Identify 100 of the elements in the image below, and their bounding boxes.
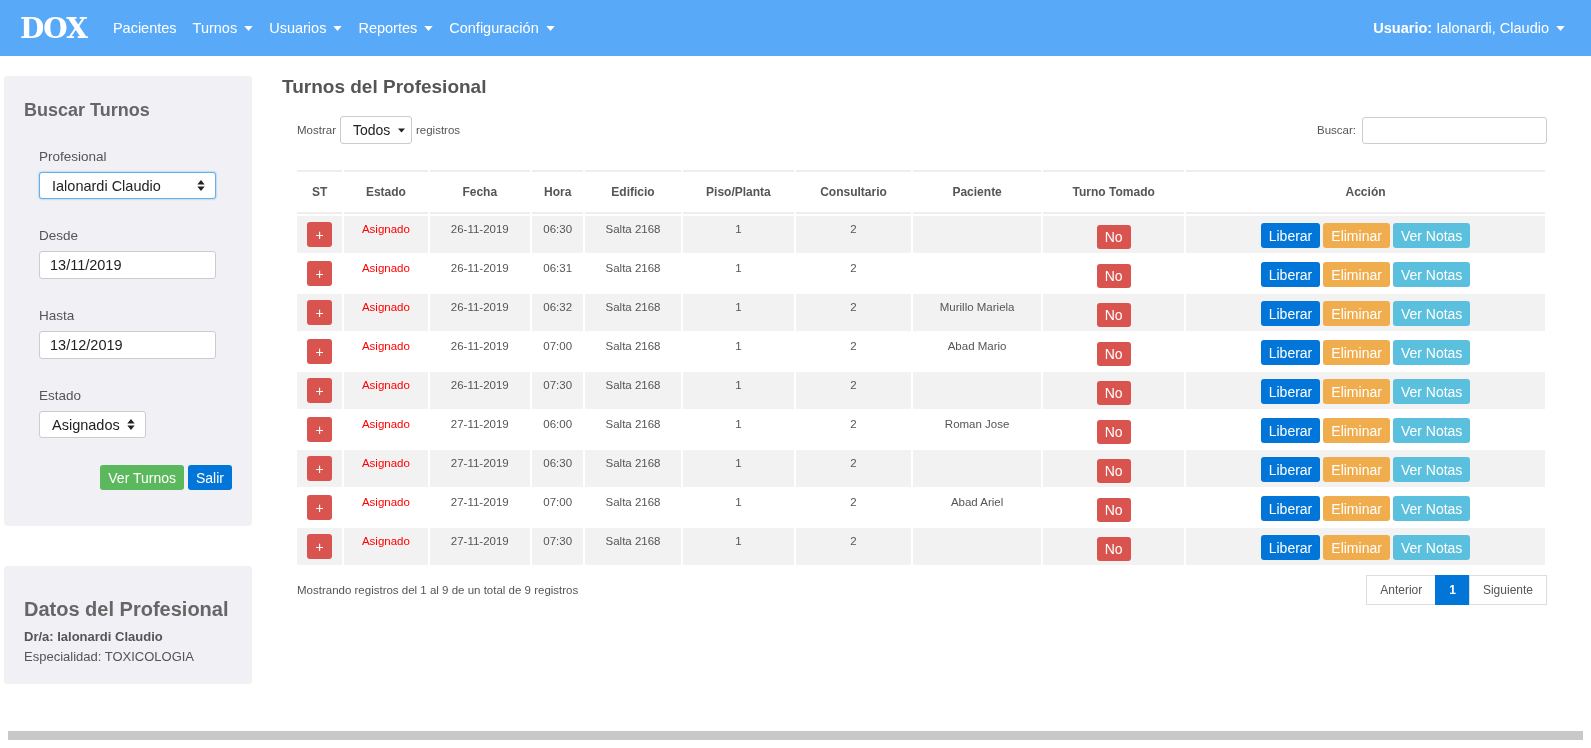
expand-button[interactable]: + [307,222,333,247]
row-action-button[interactable]: Ver Notas [1392,262,1471,287]
table-cell-text: 1 [734,339,743,354]
row-action-button[interactable]: Liberar [1260,535,1321,560]
row-action-button[interactable]: Liberar [1260,496,1321,521]
table-cell: Asignado [344,450,428,487]
column-header[interactable]: Estado [344,170,428,214]
row-action-button[interactable]: Liberar [1260,379,1321,404]
row-action-button[interactable]: Ver Notas [1392,340,1471,365]
user-menu[interactable]: Usuario: Ialonardi, Claudio [1373,20,1565,36]
length-select[interactable]: Todos [340,116,412,144]
search-label: Buscar: [1317,124,1356,136]
table-cell-text: 26-11-2019 [449,261,510,276]
row-action-button[interactable]: Liberar [1260,223,1321,248]
column-header[interactable]: Paciente [912,170,1042,214]
table-cell-text: 1 [734,417,743,432]
nav-menu-item[interactable]: Configuración [449,20,555,36]
column-header[interactable]: Edificio [585,170,681,214]
row-action-button[interactable]: Liberar [1260,262,1321,287]
date-field[interactable]: 13/12/2019 [39,331,216,359]
nav-menu-item[interactable]: Usuarios [269,20,343,36]
table-cell-text: 2 [849,417,858,432]
table-cell-text: 07:00 [542,495,574,510]
table-cell-text: Asignado [360,261,411,276]
row-action-button[interactable]: Ver Notas [1392,535,1471,560]
column-header[interactable]: Turno Tomado [1043,170,1185,214]
table-cell: 1 [682,450,795,487]
column-header[interactable]: Consultario [796,170,911,214]
caret-icon [333,25,343,31]
table-cell: 27-11-2019 [429,450,530,487]
row-action-button[interactable]: Ver Notas [1392,418,1471,443]
status-badge: No [1096,537,1131,561]
expand-button[interactable]: + [307,456,333,481]
table-cell: 07:30 [531,528,584,565]
action-button[interactable]: Ver Turnos [100,465,184,490]
expand-button[interactable]: + [307,495,333,520]
action-button[interactable]: Salir [188,465,232,490]
table-cell: Murillo Mariela [912,294,1042,331]
select-field[interactable]: Ialonardi Claudio [39,172,216,199]
nav-menu-item[interactable]: Pacientes [112,20,177,36]
expand-button[interactable]: + [307,417,333,442]
column-header[interactable]: Piso/Planta [682,170,795,214]
table-cell: 06:32 [531,294,584,331]
column-header[interactable]: ST [297,170,343,214]
date-field[interactable]: 13/11/2019 [39,251,216,279]
logo[interactable]: DOX [20,11,87,45]
field-label: Estado [39,388,83,403]
expand-button[interactable]: + [307,378,333,403]
row-action-button[interactable]: Ver Notas [1392,379,1471,404]
table-cell: 06:30 [531,216,584,253]
column-header[interactable]: Fecha [429,170,530,214]
nav-menu-item[interactable]: Turnos [192,20,254,36]
table-cell-text: Asignado [360,495,411,510]
row-action-button[interactable]: Liberar [1260,340,1321,365]
table-cell-text: Salta 2168 [604,339,662,354]
expand-button[interactable]: + [307,339,333,364]
table-cell: 2 [796,216,911,253]
column-header[interactable]: Acción [1186,170,1545,214]
table-cell: 26-11-2019 [429,294,530,331]
table-cell-text: Salta 2168 [604,261,662,276]
table-cell: Salta 2168 [585,294,681,331]
table-cell: 06:30 [531,450,584,487]
table-cell: 27-11-2019 [429,528,530,565]
caret-icon [424,25,434,31]
row-action-button[interactable]: Ver Notas [1392,457,1471,482]
table-cell: 1 [682,528,795,565]
table-cell: 1 [682,216,795,253]
table-cell-text: 2 [849,339,858,354]
nav-menu-item[interactable]: Reportes [358,20,434,36]
status-badge: No [1096,264,1131,288]
search-field[interactable] [1362,116,1547,144]
table-cell-text: 1 [734,261,743,276]
table-cell: 2 [796,450,911,487]
table-cell: 2 [796,372,911,409]
field-label: Desde [39,228,80,243]
row-action-button[interactable]: Ver Notas [1392,301,1471,326]
row-action-button[interactable]: Ver Notas [1392,223,1471,248]
caret-icon [244,25,254,31]
table-cell-text: 26-11-2019 [449,339,510,354]
select-field[interactable]: Asignados [39,411,146,438]
table-cell-text: 27-11-2019 [449,417,510,432]
expand-button[interactable]: + [307,261,333,286]
page-link[interactable]: 1 [1435,575,1470,605]
row-action-button[interactable]: Ver Notas [1392,496,1471,521]
expand-button[interactable]: + [307,300,333,325]
table-cell-text: 07:00 [542,339,574,354]
status-badge: No [1096,342,1131,366]
table-cell: 07:30 [531,372,584,409]
horizontal-scrollbar[interactable] [8,731,1583,740]
table-cell: 1 [682,372,795,409]
table-cell-text: Roman Jose [943,417,1011,432]
row-action-button[interactable]: Liberar [1260,301,1321,326]
row-action-button[interactable]: Liberar [1260,418,1321,443]
column-header[interactable]: Hora [531,170,584,214]
table-cell-text: 06:00 [542,417,574,432]
expand-button[interactable]: + [307,534,333,559]
status-badge: No [1096,459,1131,483]
page-link[interactable]: Siguiente [1468,575,1547,605]
field-label: Hasta [39,308,76,323]
row-action-button[interactable]: Liberar [1260,457,1321,482]
